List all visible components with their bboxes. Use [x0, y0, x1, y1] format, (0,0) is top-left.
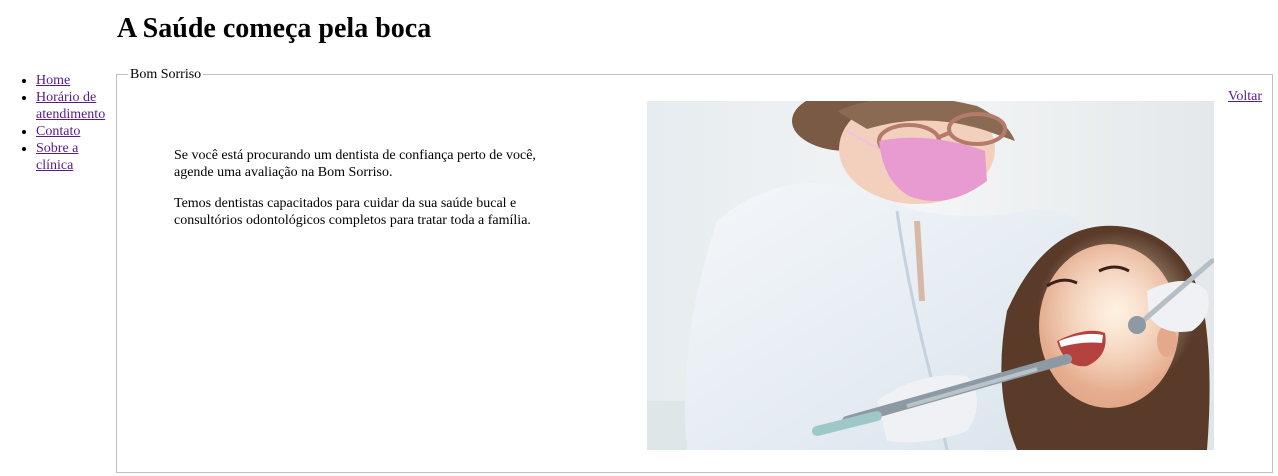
nav-item-contact: Contato [36, 123, 112, 140]
nav-item-schedule: Horário de atendimento [36, 89, 112, 123]
dentist-photo [647, 101, 1214, 450]
content-fieldset: Bom Sorriso Voltar Se você está procuran… [116, 66, 1273, 473]
content-text: Se você está procurando um dentista de c… [174, 147, 564, 243]
fieldset-legend: Bom Sorriso [128, 66, 204, 83]
dentist-patient-photo-icon [647, 101, 1214, 450]
side-nav: Home Horário de atendimento Contato Sobr… [0, 72, 112, 174]
nav-link-about[interactable]: Sobre a clínica [36, 141, 78, 173]
nav-item-about: Sobre a clínica [36, 140, 112, 174]
page: A Saúde começa pela boca Home Horário de… [0, 0, 1278, 476]
nav-item-home: Home [36, 72, 112, 89]
back-link[interactable]: Voltar [1228, 88, 1262, 105]
page-title: A Saúde começa pela boca [117, 13, 432, 44]
nav-link-home[interactable]: Home [36, 73, 70, 88]
nav-link-contact[interactable]: Contato [36, 124, 80, 139]
paragraph-intro: Se você está procurando um dentista de c… [174, 148, 536, 180]
nav-link-schedule[interactable]: Horário de atendimento [36, 90, 105, 122]
paragraph-services: Temos dentistas capacitados para cuidar … [174, 196, 531, 228]
